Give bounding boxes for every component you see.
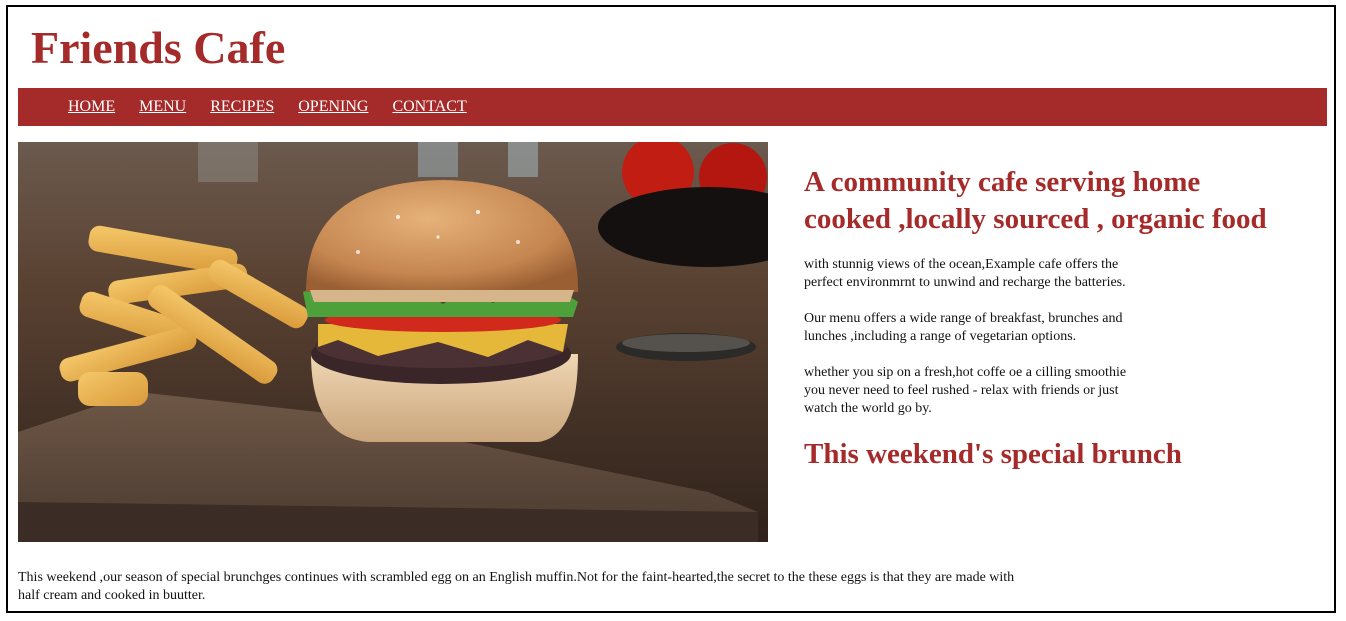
intro-heading: A community cafe serving home cooked ,lo… — [804, 166, 1267, 235]
intro-paragraph-3: whether you sip on a fresh,hot coffe oe … — [804, 365, 1127, 416]
main-content: A community cafe serving home cooked ,lo… — [804, 164, 1284, 473]
nav-link-menu[interactable]: MENU — [139, 88, 186, 126]
site-title: Friends Cafe — [31, 22, 286, 73]
nav-link-home[interactable]: HOME — [68, 88, 115, 126]
nav-link-opening[interactable]: OPENING — [298, 88, 368, 126]
burger-photo-illustration — [18, 142, 768, 542]
intro-paragraph-2: Our menu offers a wide range of breakfas… — [804, 311, 1123, 344]
intro-paragraph-1: with stunnig views of the ocean,Example … — [804, 257, 1126, 290]
special-brunch-heading: This weekend's special brunch — [804, 438, 1182, 470]
main-navbar: HOME MENU RECIPES OPENING CONTACT — [18, 88, 1327, 126]
hero-image-burger — [18, 142, 768, 542]
special-brunch-description: This weekend ,our season of special brun… — [18, 570, 1015, 603]
nav-link-recipes[interactable]: RECIPES — [210, 88, 274, 126]
page-frame: Friends Cafe HOME MENU RECIPES OPENING C… — [6, 5, 1336, 613]
nav-link-contact[interactable]: CONTACT — [392, 88, 466, 126]
